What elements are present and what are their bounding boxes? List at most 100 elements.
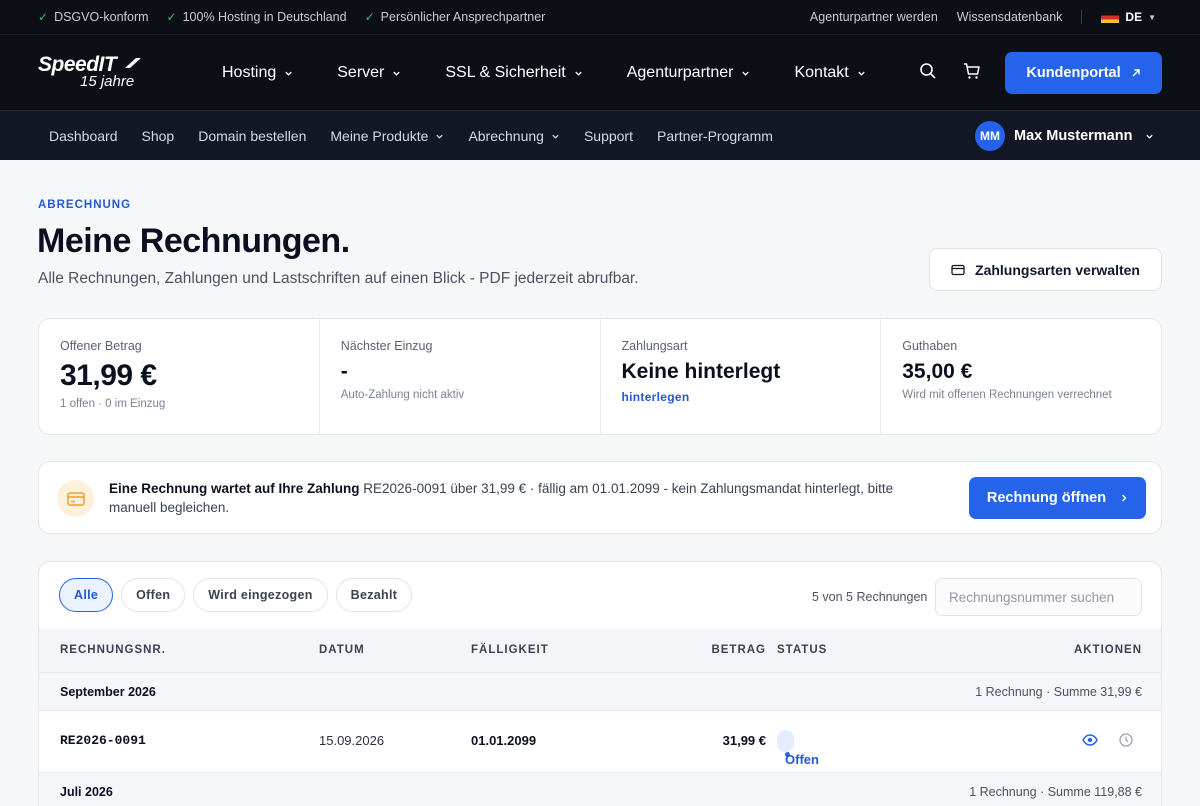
customer-portal-button[interactable]: Kundenportal	[1005, 52, 1162, 94]
stat-next-debit: Nächster Einzug - Auto-Zahlung nicht akt…	[320, 319, 601, 434]
logo-anniversary: 15 jahre	[80, 73, 135, 90]
chevron-right-icon	[1122, 494, 1127, 502]
month-group-header: Juli 2026 1 Rechnung · Summe 119,88 €	[39, 772, 1161, 806]
avatar: MM	[975, 121, 1005, 151]
history-clock-icon[interactable]	[1118, 732, 1134, 748]
result-count: 5 von 5 Rechnungen	[812, 590, 928, 604]
main-navigation: SpeedIT 15 jahre Hosting Server SSL & Si…	[0, 34, 1200, 110]
search-icon[interactable]	[918, 61, 938, 81]
page-subtitle: Alle Rechnungen, Zahlungen und Lastschri…	[38, 270, 639, 287]
nav-contact[interactable]: Kontakt	[794, 64, 865, 82]
subnav-my-products[interactable]: Meine Produkte	[330, 128, 444, 144]
nav-ssl[interactable]: SSL & Sicherheit	[445, 64, 582, 82]
user-name: Max Mustermann	[1014, 128, 1133, 144]
credit-card-icon	[951, 264, 965, 275]
chevron-down-icon	[552, 134, 559, 139]
subnav-shop[interactable]: Shop	[142, 128, 175, 144]
check-icon: ✓	[38, 10, 49, 24]
language-switcher[interactable]: DE ▼	[1101, 10, 1156, 24]
eye-icon[interactable]	[1082, 732, 1098, 748]
divider	[1081, 10, 1083, 24]
external-arrow-icon	[1132, 69, 1140, 77]
button-label: Kundenportal	[1026, 65, 1121, 81]
column-header: DATUM	[319, 644, 365, 656]
column-header: AKTIONEN	[1073, 644, 1142, 656]
invoice-number[interactable]: RE2026-0091	[60, 733, 146, 748]
subnav-support[interactable]: Support	[584, 128, 633, 144]
chevron-down-icon	[575, 71, 582, 76]
chevron-down-icon	[858, 71, 865, 76]
status-badge: Offen	[777, 730, 819, 767]
button-label: Zahlungsarten verwalten	[975, 261, 1140, 278]
subnav-label: Abrechnung	[468, 128, 544, 144]
table-row[interactable]: RE2026-0091 15.09.2026 01.01.2099 31,99 …	[39, 711, 1161, 772]
group-summary: 1 Rechnung · Summe 31,99 €	[975, 685, 1142, 699]
stat-credit: Guthaben 35,00 € Wird mit offenen Rechnu…	[881, 319, 1161, 434]
check-icon: ✓	[166, 10, 177, 24]
add-payment-method-link[interactable]: hinterlegen	[622, 390, 860, 404]
german-flag-icon	[1101, 11, 1120, 23]
invoice-amount: 31,99 €	[722, 733, 766, 748]
subnav-domain-order[interactable]: Domain bestellen	[198, 128, 306, 144]
nav-agency-partner[interactable]: Agenturpartner	[627, 64, 751, 82]
subnav-label: Meine Produkte	[330, 128, 429, 144]
stat-label: Guthaben	[902, 339, 958, 353]
check-icon: ✓	[364, 10, 375, 24]
status-filters: Alle Offen Wird eingezogen Bezahlt	[59, 578, 413, 612]
alert-message: Eine Rechnung wartet auf Ihre Zahlung RE…	[109, 479, 929, 517]
agency-partner-link[interactable]: Agenturpartner werden	[810, 10, 938, 24]
section-eyebrow: ABRECHNUNG	[38, 199, 132, 211]
table-header: RECHNUNGSNR. DATUM FÄLLIGKEIT BETRAG STA…	[39, 629, 1161, 672]
invoice-search-input[interactable]	[935, 578, 1142, 616]
group-month: Juli 2026	[60, 785, 113, 799]
stat-open-amount: Offener Betrag 31,99 € 1 offen · 0 im Ei…	[39, 319, 320, 434]
chevron-down-icon	[436, 134, 444, 139]
page-title: Meine Rechnungen.	[37, 222, 350, 260]
usp-label: DSGVO-konform	[54, 10, 149, 24]
stat-label: Zahlungsart	[621, 339, 688, 353]
subnav-billing[interactable]: Abrechnung	[468, 128, 560, 144]
stat-value: Keine hinterlegt	[621, 360, 781, 383]
filter-collecting[interactable]: Wird eingezogen	[193, 578, 328, 612]
manage-payment-methods-button[interactable]: Zahlungsarten verwalten	[929, 248, 1162, 291]
stat-note: Wird mit offenen Rechnungen verrechnet	[902, 389, 1112, 401]
stat-label: Nächster Einzug	[340, 339, 433, 353]
chevron-down-icon	[393, 71, 401, 76]
chevron-down-icon	[742, 71, 750, 76]
filter-all[interactable]: Alle	[59, 578, 114, 612]
alert-title: Eine Rechnung wartet auf Ihre Zahlung	[109, 481, 360, 496]
filter-open[interactable]: Offen	[121, 578, 186, 612]
open-invoice-button[interactable]: Rechnung öffnen	[969, 477, 1146, 519]
user-menu[interactable]: MM Max Mustermann	[975, 121, 1154, 151]
usp-label: Persönlicher Ansprechpartner	[380, 10, 546, 24]
language-label: DE	[1125, 10, 1143, 24]
logo[interactable]: SpeedIT 15 jahre	[38, 53, 141, 90]
usp-item: ✓ 100% Hosting in Deutschland	[167, 10, 347, 24]
nav-label: Server	[337, 64, 385, 81]
nav-label: Agenturpartner	[626, 64, 734, 81]
invoice-date: 15.09.2026	[319, 733, 385, 748]
invoice-due: 01.01.2099	[471, 733, 537, 748]
stat-label: Offener Betrag	[60, 339, 142, 353]
billing-summary: Offener Betrag 31,99 € 1 offen · 0 im Ei…	[38, 318, 1162, 435]
stat-value: 31,99 €	[60, 359, 157, 392]
column-header: STATUS	[777, 644, 828, 656]
caret-down-icon: ▼	[1148, 12, 1156, 22]
nav-label: Kontakt	[794, 64, 849, 81]
status-label: Offen	[785, 752, 819, 767]
cart-icon[interactable]	[962, 61, 982, 81]
alert-icon-wrap	[57, 480, 94, 517]
credit-card-icon	[66, 491, 85, 506]
stat-note: 1 offen · 0 im Einzug	[60, 398, 166, 410]
subnav-partner-program[interactable]: Partner-Programm	[657, 128, 773, 144]
subnav-dashboard[interactable]: Dashboard	[49, 128, 118, 144]
nav-hosting[interactable]: Hosting	[222, 64, 293, 82]
nav-server[interactable]: Server	[337, 64, 401, 82]
knowledge-base-link[interactable]: Wissensdatenbank	[957, 10, 1063, 24]
nav-label: SSL & Sicherheit	[445, 64, 566, 81]
column-header: FÄLLIGKEIT	[471, 644, 549, 656]
filter-paid[interactable]: Bezahlt	[335, 578, 413, 612]
usp-item: ✓ DSGVO-konform	[38, 10, 149, 24]
stat-payment-method: Zahlungsart Keine hinterlegt hinterlegen	[601, 319, 882, 434]
usp-item: ✓ Persönlicher Ansprechpartner	[365, 10, 546, 24]
